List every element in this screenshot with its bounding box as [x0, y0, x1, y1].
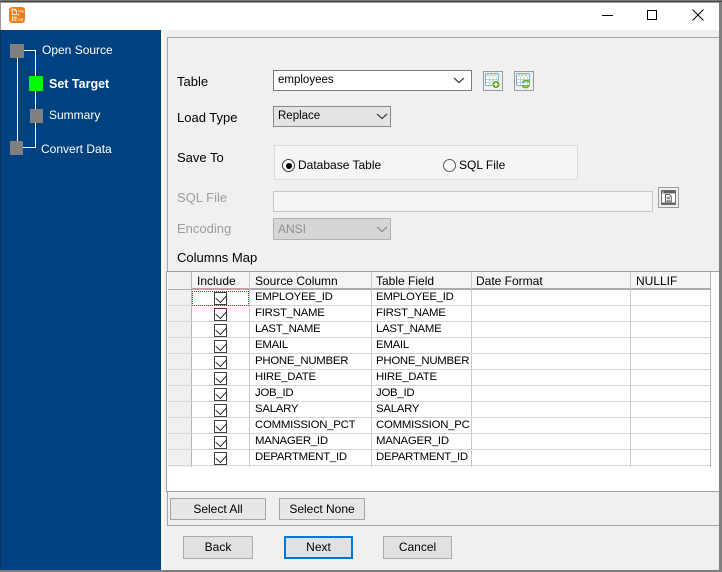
svg-text:DB: DB [18, 18, 24, 22]
svg-text:File: File [18, 10, 24, 14]
